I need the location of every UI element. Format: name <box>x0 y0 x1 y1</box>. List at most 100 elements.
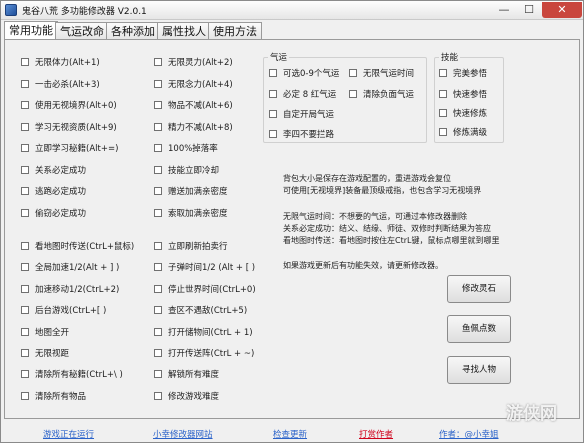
checkbox-icon[interactable] <box>154 328 162 336</box>
option-checkbox[interactable]: 技能立即冷却 <box>154 165 219 177</box>
checkbox-icon[interactable] <box>21 349 29 357</box>
skill-option[interactable]: 完美参悟 <box>439 68 487 80</box>
checkbox-icon[interactable] <box>439 128 447 136</box>
option-checkbox[interactable]: 清除所有物品 <box>21 391 86 403</box>
checkbox-icon[interactable] <box>154 144 162 152</box>
option-checkbox[interactable]: 无限灵力(Alt+2) <box>154 57 233 69</box>
checkbox-icon[interactable] <box>21 306 29 314</box>
checkbox-icon[interactable] <box>154 392 162 400</box>
luck-option[interactable]: 李四不要拦路 <box>269 129 334 141</box>
check-update-link[interactable]: 检查更新 <box>273 428 307 440</box>
luck-option[interactable]: 清除负面气运 <box>349 89 414 101</box>
tab-usage[interactable]: 使用方法 <box>208 22 262 40</box>
checkbox-icon[interactable] <box>154 242 162 250</box>
skill-option[interactable]: 快速参悟 <box>439 89 487 101</box>
option-checkbox[interactable]: 精力不减(Alt+8) <box>154 122 233 134</box>
option-checkbox[interactable]: 地图全开 <box>21 327 69 339</box>
option-checkbox[interactable]: 立即学习秘籍(Alt+=) <box>21 143 118 155</box>
luck-option[interactable]: 无限气运时间 <box>349 68 414 80</box>
website-link[interactable]: 小幸修改器网站 <box>153 428 213 440</box>
checkbox-icon[interactable] <box>21 392 29 400</box>
minimize-button[interactable]: — <box>491 2 517 18</box>
checkbox-icon[interactable] <box>269 69 277 77</box>
option-checkbox[interactable]: 加速移动1/2(CtrL+2) <box>21 284 119 296</box>
checkbox-icon[interactable] <box>21 80 29 88</box>
option-checkbox[interactable]: 无限体力(Alt+1) <box>21 57 100 69</box>
checkbox-icon[interactable] <box>21 166 29 174</box>
tab-common[interactable]: 常用功能 <box>4 21 58 41</box>
checkbox-icon[interactable] <box>349 90 357 98</box>
checkbox-icon[interactable] <box>154 123 162 131</box>
tab-add[interactable]: 各种添加 <box>106 22 160 40</box>
close-button[interactable]: ✕ <box>542 2 582 18</box>
checkbox-icon[interactable] <box>154 101 162 109</box>
skill-option[interactable]: 修炼满级 <box>439 127 487 139</box>
option-checkbox[interactable]: 使用无视境界(Alt+0) <box>21 100 117 112</box>
checkbox-icon[interactable] <box>154 80 162 88</box>
option-checkbox[interactable]: 看地图时传送(CtrL+鼠标) <box>21 241 134 253</box>
checkbox-icon[interactable] <box>21 187 29 195</box>
checkbox-icon[interactable] <box>349 69 357 77</box>
option-checkbox[interactable]: 全局加速1/2(Alt + ] ) <box>21 262 119 274</box>
option-checkbox[interactable]: 查区不遇敌(CtrL+5) <box>154 305 247 317</box>
option-checkbox[interactable]: 后台游戏(CtrL+[ ) <box>21 305 106 317</box>
checkbox-icon[interactable] <box>154 349 162 357</box>
option-checkbox[interactable]: 索取加满亲密度 <box>154 208 228 220</box>
checkbox-icon[interactable] <box>21 58 29 66</box>
option-checkbox[interactable]: 立即刷新拍卖行 <box>154 241 228 253</box>
checkbox-icon[interactable] <box>439 90 447 98</box>
option-checkbox[interactable]: 停止世界时间(CtrL+0) <box>154 284 256 296</box>
option-checkbox[interactable]: 无限念力(Alt+4) <box>154 79 233 91</box>
checkbox-icon[interactable] <box>154 306 162 314</box>
option-checkbox[interactable]: 逃跑必定成功 <box>21 186 86 198</box>
option-checkbox[interactable]: 一击必杀(Alt+3) <box>21 79 100 91</box>
checkbox-icon[interactable] <box>21 370 29 378</box>
option-checkbox[interactable]: 子弹时间1/2 (Alt + [ ) <box>154 262 255 274</box>
option-checkbox[interactable]: 打开传送阵(CtrL + ~) <box>154 348 254 360</box>
checkbox-icon[interactable] <box>21 209 29 217</box>
option-checkbox[interactable]: 修改游戏难度 <box>154 391 219 403</box>
author-link[interactable]: 作者：@小幸姐 <box>439 428 499 440</box>
checkbox-icon[interactable] <box>269 110 277 118</box>
tab-attributes[interactable]: 属性找人 <box>157 22 211 40</box>
luck-option[interactable]: 可选0-9个气运 <box>269 68 339 80</box>
modify-spirit-stone-button[interactable]: 修改灵石 <box>447 275 511 303</box>
find-character-button[interactable]: 寻找人物 <box>447 356 511 384</box>
option-checkbox[interactable]: 物品不减(Alt+6) <box>154 100 233 112</box>
checkbox-icon[interactable] <box>21 101 29 109</box>
checkbox-icon[interactable] <box>154 263 162 271</box>
checkbox-icon[interactable] <box>154 285 162 293</box>
checkbox-icon[interactable] <box>154 58 162 66</box>
checkbox-icon[interactable] <box>269 130 277 138</box>
checkbox-icon[interactable] <box>439 109 447 117</box>
option-checkbox[interactable]: 清除所有秘籍(CtrL+\ ) <box>21 369 123 381</box>
luck-option[interactable]: 自定开局气运 <box>269 109 334 121</box>
checkbox-icon[interactable] <box>21 242 29 250</box>
option-checkbox[interactable]: 无限视距 <box>21 348 69 360</box>
option-checkbox[interactable]: 赠送加满亲密度 <box>154 186 228 198</box>
checkbox-icon[interactable] <box>154 209 162 217</box>
title-bar[interactable]: 鬼谷八荒 多功能修改器 V2.0.1 — ☐ ✕ <box>1 1 583 20</box>
option-checkbox[interactable]: 100%掉落率 <box>154 143 218 155</box>
checkbox-icon[interactable] <box>21 328 29 336</box>
checkbox-icon[interactable] <box>21 144 29 152</box>
option-checkbox[interactable]: 关系必定成功 <box>21 165 86 177</box>
fish-pendant-points-button[interactable]: 鱼佩点数 <box>447 315 511 343</box>
checkbox-icon[interactable] <box>439 69 447 77</box>
checkbox-icon[interactable] <box>269 90 277 98</box>
skill-option[interactable]: 快速修炼 <box>439 108 487 120</box>
checkbox-icon[interactable] <box>21 285 29 293</box>
checkbox-icon[interactable] <box>21 263 29 271</box>
checkbox-icon[interactable] <box>21 123 29 131</box>
checkbox-icon[interactable] <box>154 370 162 378</box>
tab-luck[interactable]: 气运改命 <box>55 22 109 40</box>
option-checkbox[interactable]: 解锁所有难度 <box>154 369 219 381</box>
checkbox-icon[interactable] <box>154 166 162 174</box>
option-checkbox[interactable]: 学习无视资质(Alt+9) <box>21 122 117 134</box>
option-checkbox[interactable]: 偷窃必定成功 <box>21 208 86 220</box>
option-checkbox[interactable]: 打开储物间(CtrL + 1) <box>154 327 253 339</box>
game-status-link[interactable]: 游戏正在运行 <box>43 428 94 440</box>
tip-author-link[interactable]: 打赏作者 <box>359 428 393 440</box>
luck-option[interactable]: 必定 8 红气运 <box>269 89 336 101</box>
checkbox-icon[interactable] <box>154 187 162 195</box>
